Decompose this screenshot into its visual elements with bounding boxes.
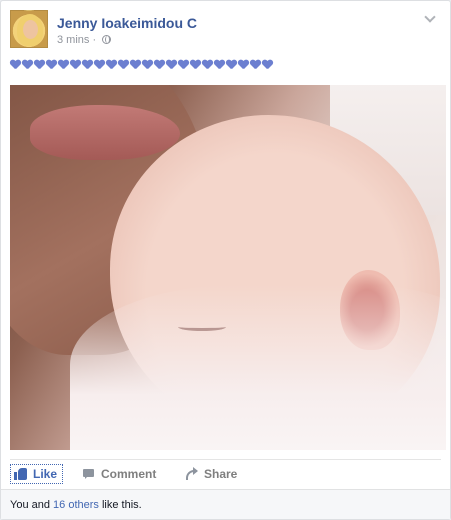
blue-heart-icon <box>142 59 153 70</box>
post-card: Jenny Ioakeimidou C 3 mins · Like Commen… <box>0 0 451 520</box>
blue-heart-icon <box>202 59 213 70</box>
blue-heart-icon <box>130 59 141 70</box>
blue-heart-icon <box>250 59 261 70</box>
photo-blanket <box>70 285 446 450</box>
blue-heart-icon <box>118 59 129 70</box>
likes-summary: You and 16 others like this. <box>1 489 450 519</box>
blue-heart-icon <box>214 59 225 70</box>
blue-heart-icon <box>58 59 69 70</box>
post-photo[interactable] <box>10 85 446 450</box>
blue-heart-icon <box>238 59 249 70</box>
chevron-down-icon[interactable] <box>424 12 436 24</box>
comment-icon <box>82 467 96 481</box>
divider <box>10 459 441 460</box>
likes-others-link[interactable]: 16 others <box>53 499 99 511</box>
like-label: Like <box>33 467 58 481</box>
meta-separator: · <box>92 34 97 46</box>
action-bar: Like Comment Share <box>10 461 442 487</box>
blue-heart-icon <box>178 59 189 70</box>
blue-heart-icon <box>106 59 117 70</box>
likes-suffix: like this. <box>98 499 142 511</box>
post-meta: 3 mins · <box>57 34 112 46</box>
blue-heart-icon <box>82 59 93 70</box>
avatar-face <box>23 20 38 39</box>
blue-heart-icon <box>154 59 165 70</box>
blue-heart-icon <box>22 59 33 70</box>
comment-label: Comment <box>101 467 157 481</box>
blue-heart-icon <box>34 59 45 70</box>
blue-heart-icon <box>94 59 105 70</box>
like-button[interactable]: Like <box>10 464 64 484</box>
photo-lips <box>30 105 180 160</box>
emoji-row <box>10 59 273 73</box>
post-time[interactable]: 3 mins <box>57 34 89 46</box>
comment-button[interactable]: Comment <box>82 464 156 484</box>
globe-icon[interactable] <box>102 35 112 44</box>
blue-heart-icon <box>226 59 237 70</box>
blue-heart-icon <box>190 59 201 70</box>
author-name[interactable]: Jenny Ioakeimidou C <box>57 15 197 31</box>
blue-heart-icon <box>166 59 177 70</box>
likes-prefix: You and <box>10 499 54 511</box>
thumbs-up-icon <box>14 467 28 481</box>
blue-heart-icon <box>262 59 273 70</box>
blue-heart-icon <box>70 59 81 70</box>
share-icon <box>185 467 199 481</box>
post-header: Jenny Ioakeimidou C 3 mins · <box>10 10 440 50</box>
blue-heart-icon <box>10 59 21 70</box>
blue-heart-icon <box>46 59 57 70</box>
avatar[interactable] <box>10 10 48 48</box>
share-button[interactable]: Share <box>185 464 237 484</box>
share-label: Share <box>204 467 238 481</box>
